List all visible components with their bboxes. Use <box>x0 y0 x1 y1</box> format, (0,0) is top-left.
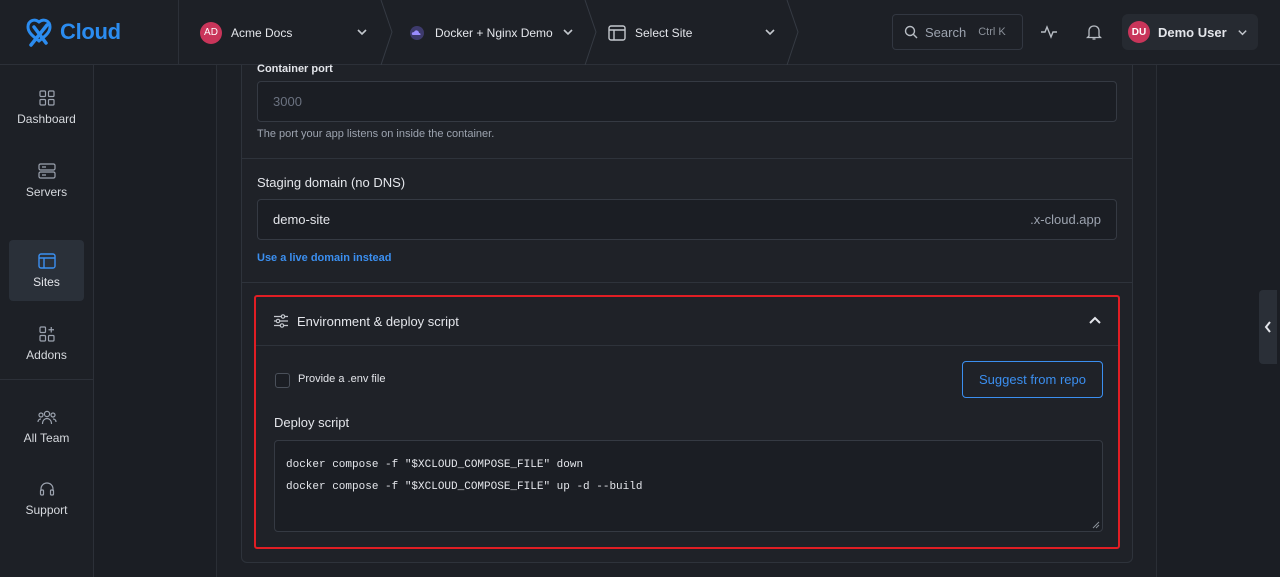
sidebar-item-addons[interactable]: Addons <box>9 313 84 374</box>
team-avatar: AD <box>200 21 222 44</box>
search-shortcut: Ctrl K <box>978 26 1006 38</box>
search-icon <box>904 25 918 39</box>
deploy-script-label: Deploy script <box>274 415 350 430</box>
sidebar-item-label: All Team <box>23 430 70 445</box>
sidebar-item-label: Sites <box>33 274 60 289</box>
script-line: docker compose -f "$XCLOUD_COMPOSE_FILE"… <box>286 459 584 471</box>
divider <box>178 0 179 65</box>
sidebar-item-all-team[interactable]: All Team <box>9 396 84 457</box>
chevron-down-icon <box>357 29 367 36</box>
env-deploy-section: Environment & deploy script Provide a .e… <box>254 295 1120 549</box>
script-line: docker compose -f "$XCLOUD_COMPOSE_FILE"… <box>286 481 643 493</box>
collapse-panel-tab[interactable] <box>1259 290 1277 364</box>
headset-icon <box>39 481 54 496</box>
site-layout-icon <box>608 24 626 41</box>
chevron-up-icon[interactable] <box>1088 315 1102 325</box>
sidebar-item-label: Servers <box>25 184 68 199</box>
top-bar: Cloud AD Acme Docs Docker + Nginx Demo S… <box>0 0 1280 65</box>
chevron-down-icon <box>765 29 775 36</box>
user-name: Demo User <box>1158 24 1227 40</box>
env-section-header[interactable]: Environment & deploy script <box>256 297 1118 346</box>
brand-logo[interactable]: Cloud <box>22 14 172 50</box>
breadcrumb-label: Acme Docs <box>231 25 293 40</box>
sidebar-item-label: Dashboard <box>17 111 76 126</box>
chevron-down-icon <box>563 29 573 36</box>
dashboard-icon <box>38 89 55 106</box>
sidebar: Dashboard Servers Sites Addons All Team … <box>0 65 94 577</box>
staging-domain-label: Staging domain (no DNS) <box>257 175 406 190</box>
breadcrumb-separator <box>786 0 799 65</box>
sidebar-item-servers[interactable]: Servers <box>9 150 84 211</box>
chevron-left-icon <box>1264 321 1271 333</box>
live-domain-link[interactable]: Use a live domain instead <box>257 252 392 264</box>
sidebar-item-label: Support <box>25 502 68 517</box>
breadcrumb-label: Select Site <box>635 25 693 40</box>
container-port-input[interactable]: 3000 <box>257 81 1117 122</box>
sidebar-item-dashboard[interactable]: Dashboard <box>9 77 84 138</box>
search-button[interactable]: Search Ctrl K <box>892 14 1023 50</box>
user-menu[interactable]: DU Demo User <box>1122 14 1258 50</box>
breadcrumb-site-select[interactable]: Select Site <box>608 0 788 65</box>
sidebar-item-sites[interactable]: Sites <box>9 240 84 301</box>
container-port-help: The port your app listens on inside the … <box>257 128 495 140</box>
breadcrumb-label: Docker + Nginx Demo <box>435 25 553 40</box>
resize-handle-icon[interactable] <box>1092 521 1100 529</box>
user-avatar: DU <box>1128 21 1150 43</box>
env-file-checkbox-label[interactable]: Provide a .env file <box>298 373 385 385</box>
breadcrumb-project[interactable]: Docker + Nginx Demo <box>408 0 586 65</box>
sliders-icon <box>274 314 288 328</box>
staging-domain-input[interactable]: demo-site .x-cloud.app <box>257 199 1117 240</box>
staging-domain-value: demo-site <box>273 212 331 227</box>
breadcrumb-separator <box>584 0 597 65</box>
section-divider <box>241 158 1133 159</box>
bell-icon[interactable] <box>1084 22 1104 42</box>
activity-icon[interactable] <box>1039 22 1059 42</box>
suggest-from-repo-button[interactable]: Suggest from repo <box>962 361 1103 398</box>
breadcrumb-separator <box>380 0 393 65</box>
sidebar-item-support[interactable]: Support <box>9 468 84 529</box>
sidebar-divider <box>0 379 94 380</box>
addons-icon <box>38 325 55 342</box>
server-icon <box>37 162 56 179</box>
brand-name: Cloud <box>60 19 121 44</box>
chevron-down-icon <box>1237 29 1247 35</box>
sites-icon <box>37 252 56 269</box>
breadcrumb-team[interactable]: AD Acme Docs <box>200 0 378 65</box>
cloud-icon <box>410 25 424 40</box>
sidebar-item-label: Addons <box>26 347 67 362</box>
team-icon <box>36 410 57 424</box>
search-label: Search <box>925 24 967 40</box>
section-divider <box>241 282 1133 283</box>
env-section-title: Environment & deploy script <box>297 313 459 329</box>
env-file-checkbox[interactable] <box>275 373 290 388</box>
domain-suffix: .x-cloud.app <box>1030 212 1101 227</box>
deploy-script-textarea[interactable]: docker compose -f "$XCLOUD_COMPOSE_FILE"… <box>274 440 1103 532</box>
x-cloud-logo-icon <box>26 18 52 47</box>
container-port-label: Container port <box>257 63 333 75</box>
